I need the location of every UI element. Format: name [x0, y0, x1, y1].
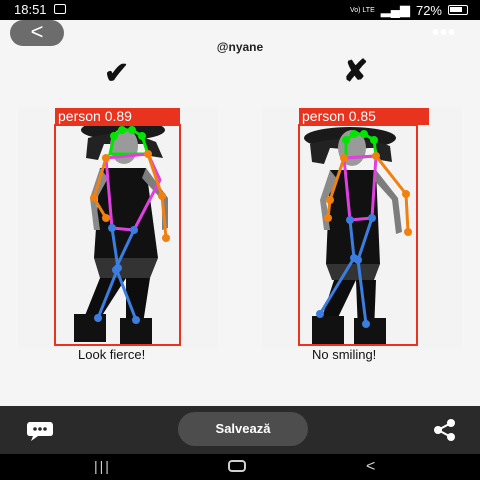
post-content: < ••• @nyane ✔ ✘ person 0.89 person 0.85…: [0, 20, 480, 406]
home-button[interactable]: [228, 460, 246, 472]
clock-time: 18:51: [14, 2, 47, 17]
save-button[interactable]: Salvează: [178, 412, 308, 446]
system-navigation-bar: ||| <: [0, 454, 480, 480]
status-icons: Vo) LTE ▂▄▆ 72%: [350, 2, 468, 18]
volte-indicator: Vo) LTE: [349, 6, 375, 14]
caption-left: Look fierce!: [78, 347, 146, 362]
detection-label-left: person 0.89: [58, 108, 132, 124]
system-back-button[interactable]: <: [366, 458, 375, 476]
pose-image-right: person 0.85: [262, 108, 462, 348]
recent-apps-button[interactable]: |||: [94, 458, 111, 474]
status-bar: 18:51 Vo) LTE ▂▄▆ 72%: [0, 0, 480, 20]
share-icon[interactable]: [432, 418, 458, 442]
signal-icon: ▂▄▆: [380, 2, 410, 17]
post-username[interactable]: @nyane: [0, 40, 480, 54]
battery-icon: [448, 5, 468, 15]
battery-percent: 72%: [415, 2, 442, 18]
pose-image-left: person 0.89: [18, 108, 218, 348]
cross-mark-icon: ✘: [343, 55, 369, 88]
gallery-notification-icon: [54, 4, 66, 14]
bottom-action-bar: Salvează: [0, 406, 480, 454]
check-mark-icon: ✔: [104, 57, 130, 90]
comment-icon[interactable]: [26, 420, 54, 442]
detection-label-right: person 0.85: [302, 108, 376, 124]
caption-right: No smiling!: [312, 347, 377, 362]
